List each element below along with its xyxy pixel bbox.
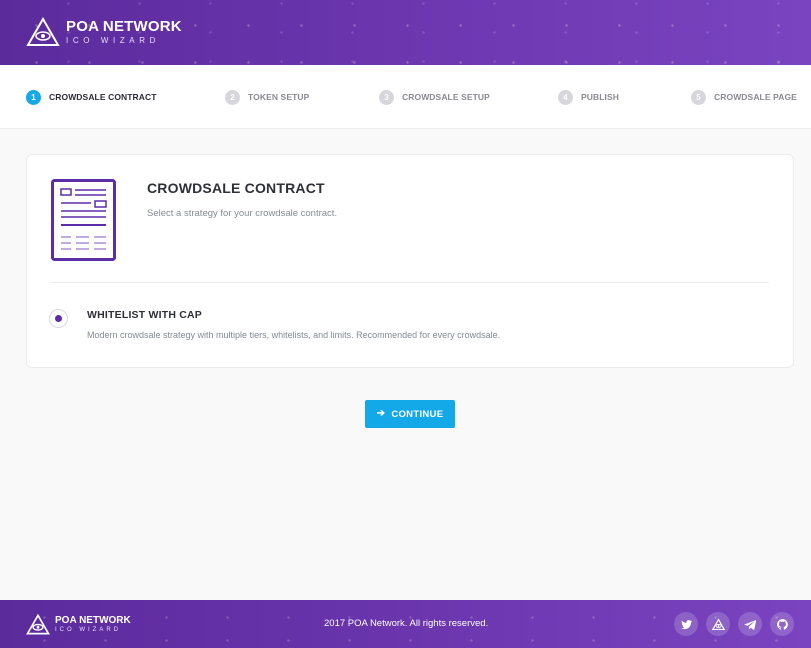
divider [51,282,769,283]
copyright-text: 2017 POA Network. All rights reserved. [324,618,489,629]
poa-icon [711,617,725,630]
continue-label: CONTINUE [391,408,444,420]
step-label: PUBLISH [581,92,620,102]
brand-title: POA NETWORK [66,17,182,35]
github-link[interactable] [770,612,794,636]
radio-selected-dot [55,315,62,322]
footer-logo[interactable]: POA NETWORK ICO WIZARD [26,614,131,635]
arrow-right-icon: ➔ [376,408,386,419]
step-crowdsale-page[interactable]: 5 CROWDSALE PAGE [691,89,797,105]
card-description: Select a strategy for your crowdsale con… [147,208,338,219]
twitter-link[interactable] [674,612,698,636]
strategy-option-title[interactable]: WHITELIST WITH CAP [87,309,202,321]
twitter-icon [680,619,692,629]
poa-eye-icon [26,17,60,46]
app-footer: POA NETWORK ICO WIZARD 2017 POA Network.… [0,600,811,648]
document-icon [51,179,116,261]
step-crowdsale-setup[interactable]: 3 CROWDSALE SETUP [379,89,490,105]
brand-logo[interactable]: POA NETWORK ICO WIZARD [26,17,182,47]
github-icon [776,618,788,630]
step-label: CROWDSALE SETUP [402,92,490,102]
step-crowdsale-contract[interactable]: 1 CROWDSALE CONTRACT [26,89,157,105]
brand-subtitle: ICO WIZARD [66,35,160,45]
step-label: TOKEN SETUP [248,92,310,102]
step-label: CROWDSALE CONTRACT [49,92,157,102]
step-number: 1 [26,89,41,105]
step-number: 3 [379,89,394,105]
step-publish[interactable]: 4 PUBLISH [558,89,620,105]
step-label: CROWDSALE PAGE [714,92,797,102]
step-token-setup[interactable]: 2 TOKEN SETUP [225,89,310,105]
card-title: CROWDSALE CONTRACT [147,180,325,196]
strategy-option-description: Modern crowdsale strategy with multiple … [87,330,501,340]
step-number: 4 [558,89,573,105]
telegram-icon [743,619,756,630]
poa-link[interactable] [706,612,730,636]
step-number: 2 [225,89,240,105]
app-header: POA NETWORK ICO WIZARD [0,0,811,65]
footer-brand-title: POA NETWORK [55,615,131,626]
step-number: 5 [691,89,706,105]
strategy-card: CROWDSALE CONTRACT Select a strategy for… [26,154,794,368]
continue-button[interactable]: ➔ CONTINUE [365,400,455,428]
telegram-link[interactable] [738,612,762,636]
footer-brand-subtitle: ICO WIZARD [55,627,121,633]
strategy-radio[interactable] [49,309,68,328]
wizard-steps: 1 CROWDSALE CONTRACT 2 TOKEN SETUP 3 CRO… [0,65,811,129]
poa-eye-icon [26,614,50,635]
